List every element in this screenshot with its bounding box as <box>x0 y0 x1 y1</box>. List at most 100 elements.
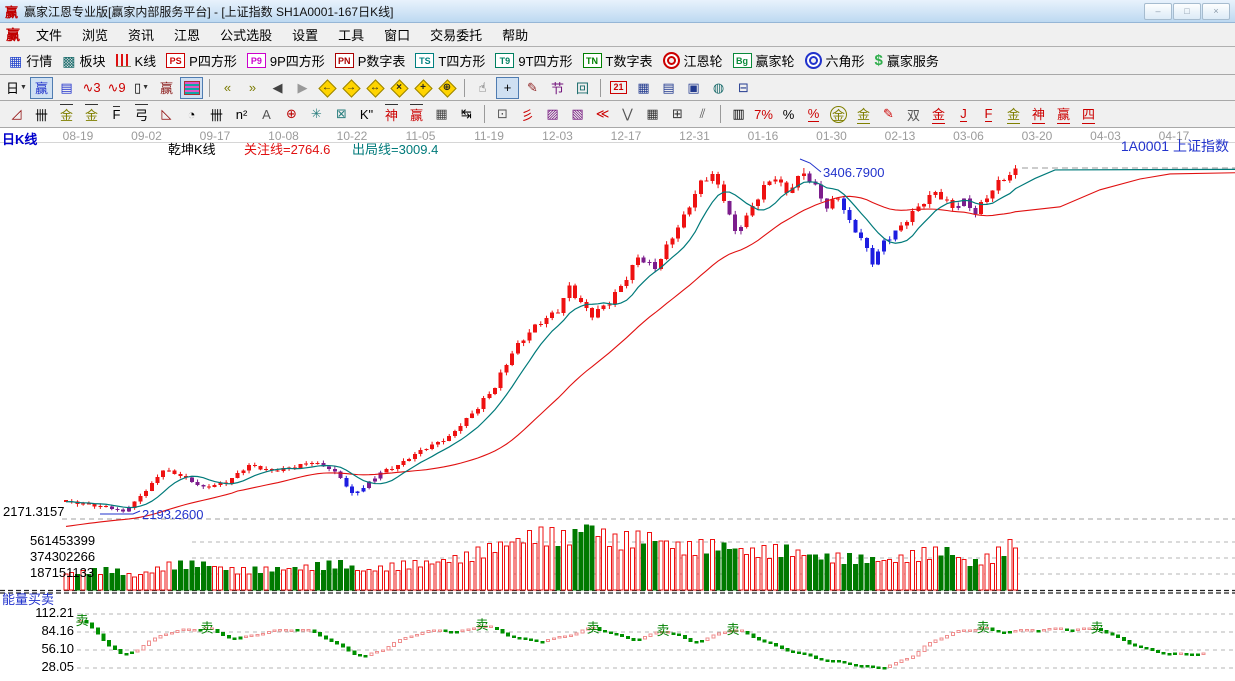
percent-7-icon[interactable]: 7% <box>752 103 775 125</box>
period-day-icon[interactable]: 日▼ <box>5 77 28 99</box>
minimize-button[interactable]: ‒ <box>1144 3 1172 20</box>
t-table-button[interactable]: TNT数字表 <box>583 51 653 70</box>
si-angle-icon[interactable]: 四 <box>1077 103 1100 125</box>
winner-red-icon[interactable]: 赢 <box>155 77 178 99</box>
menu-item-5[interactable]: 公式选股 <box>210 23 282 46</box>
chart-canvas[interactable]: 卖卖卖卖卖卖卖卖 <box>0 128 1235 681</box>
info-list-icon[interactable]: ▤ <box>55 77 78 99</box>
mirror-a-icon[interactable]: A <box>255 103 278 125</box>
menu-item-3[interactable]: 资讯 <box>118 23 164 46</box>
last-bar-icon[interactable]: » <box>241 77 264 99</box>
box-fence-icon[interactable]: ⊡ <box>491 103 514 125</box>
shen-angle-icon[interactable]: 神 <box>1027 103 1050 125</box>
web-sync-icon[interactable]: ◍ <box>707 77 730 99</box>
first-bar-icon[interactable]: « <box>216 77 239 99</box>
gann-wheel-button[interactable]: 江恩轮 <box>663 51 723 70</box>
cycle-3-icon[interactable]: ∿3 <box>80 77 103 99</box>
ying-grid-icon[interactable]: 赢 <box>405 103 428 125</box>
menu-item-4[interactable]: 江恩 <box>164 23 210 46</box>
span-arrows-icon[interactable]: ↹ <box>455 103 478 125</box>
crosshair-icon[interactable]: + <box>496 77 519 99</box>
compass-2-icon[interactable]: ◺ <box>155 103 178 125</box>
maximize-button[interactable]: □ <box>1173 3 1201 20</box>
shift-right-icon[interactable]: → <box>340 77 362 99</box>
prev-bar-icon[interactable]: ◀ <box>266 77 289 99</box>
winner-wheel-button[interactable]: Bg赢家轮 <box>733 51 795 70</box>
k-marks-icon[interactable]: K" <box>355 103 378 125</box>
shift-left-icon[interactable]: ← <box>316 77 338 99</box>
f-grid-icon[interactable]: F <box>105 103 128 125</box>
grid-123-icon[interactable]: ▦ <box>430 103 453 125</box>
remote-pc-icon[interactable]: ⊟ <box>732 77 755 99</box>
j-angle-icon[interactable]: J <box>952 103 975 125</box>
kline-button[interactable]: K线 <box>116 51 157 70</box>
percent-icon[interactable]: % <box>777 103 800 125</box>
menu-item-9[interactable]: 交易委托 <box>420 23 492 46</box>
zoom-in-icon[interactable]: + <box>412 77 434 99</box>
compress-x-icon[interactable]: × <box>388 77 410 99</box>
target-cross-icon[interactable]: ⊕ <box>280 103 303 125</box>
p-square-button[interactable]: PSP四方形 <box>166 51 237 70</box>
gold-grid-1-icon[interactable]: 金 <box>55 103 78 125</box>
histogram-view-icon[interactable] <box>180 77 203 99</box>
cycle-9-icon[interactable]: ∿9 <box>105 77 128 99</box>
double-wave-icon[interactable]: 双 <box>902 103 925 125</box>
expand-x-icon[interactable]: ↔ <box>364 77 386 99</box>
v-dotted-icon[interactable]: ⋁ <box>616 103 639 125</box>
calendar-icon[interactable]: 21 <box>607 77 630 99</box>
zoom-all-icon[interactable]: ⊕ <box>436 77 458 99</box>
gold-grid-2-icon[interactable]: 金 <box>80 103 103 125</box>
menu-item-7[interactable]: 工具 <box>328 23 374 46</box>
gann-node-icon[interactable]: 节 <box>546 77 569 99</box>
circle-ruler-icon[interactable]: ◔ <box>180 103 203 125</box>
hexagon-button[interactable]: 六角形 <box>805 51 865 70</box>
gold-angle-2-icon[interactable]: 金 <box>1002 103 1025 125</box>
shen-grid-icon[interactable]: 神 <box>380 103 403 125</box>
gold-circle-icon[interactable]: 金 <box>827 103 850 125</box>
percent-lines-icon[interactable]: % <box>802 103 825 125</box>
dark-grid-2-icon[interactable]: ⊞ <box>666 103 689 125</box>
f-angle-icon[interactable]: F <box>977 103 1000 125</box>
9p-square-button[interactable]: P99P四方形 <box>247 51 325 70</box>
n-squared-icon[interactable]: n² <box>230 103 253 125</box>
candle-style-icon[interactable]: ▯▼ <box>130 77 153 99</box>
bow-grid-icon[interactable]: 弓 <box>130 103 153 125</box>
close-button[interactable]: × <box>1202 3 1230 20</box>
menu-item-8[interactable]: 窗口 <box>374 23 420 46</box>
slash-lines-icon[interactable]: ⫽ <box>691 103 714 125</box>
menu-item-10[interactable]: 帮助 <box>492 23 538 46</box>
p-table-button[interactable]: PNP数字表 <box>335 51 406 70</box>
scale-ruler-icon[interactable]: ▥ <box>727 103 750 125</box>
fan-box-2-icon[interactable]: ▧ <box>566 103 589 125</box>
star-web-icon[interactable]: ✳ <box>305 103 328 125</box>
9t-square-button[interactable]: T99T四方形 <box>495 51 572 70</box>
fence-icon[interactable]: 卌 <box>205 103 228 125</box>
menu-item-6[interactable]: 设置 <box>282 23 328 46</box>
calculator-icon[interactable]: ▦ <box>632 77 655 99</box>
chart-area[interactable]: 卖卖卖卖卖卖卖卖 08-1909-0209-1710-0810-2211-051… <box>0 128 1235 681</box>
spiral-tool-icon[interactable]: 回 <box>571 77 594 99</box>
quotes-button[interactable]: ▦行情 <box>9 51 52 70</box>
winner-view-icon[interactable]: 赢 <box>30 77 53 99</box>
winner-service-button[interactable]: $赢家服务 <box>875 51 939 70</box>
gold-lines-icon[interactable]: 金 <box>852 103 875 125</box>
gann-grid-icon[interactable]: 卌 <box>30 103 53 125</box>
ray-fan-icon[interactable]: 彡 <box>516 103 539 125</box>
web-box-icon[interactable]: ⊠ <box>330 103 353 125</box>
sectors-button[interactable]: ▩板块 <box>62 51 105 70</box>
drag-hand-icon[interactable]: ☝ <box>471 77 494 99</box>
menu-item-1[interactable]: 文件 <box>26 23 72 46</box>
memo-icon[interactable]: ▤ <box>657 77 680 99</box>
dark-grid-1-icon[interactable]: ▦ <box>641 103 664 125</box>
angle-compass-icon[interactable]: ◿ <box>5 103 28 125</box>
next-bar-icon[interactable]: ▶ <box>291 77 314 99</box>
draw-line-icon[interactable]: ✎ <box>521 77 544 99</box>
gold-angle-icon[interactable]: 金 <box>927 103 950 125</box>
menu-item-2[interactable]: 浏览 <box>72 23 118 46</box>
brush-icon[interactable]: ✎ <box>877 103 900 125</box>
t-square-button[interactable]: TST四方形 <box>415 51 485 70</box>
fan-box-1-icon[interactable]: ▨ <box>541 103 564 125</box>
ying-angle-icon[interactable]: 赢 <box>1052 103 1075 125</box>
angle-lines-icon[interactable]: ≪ <box>591 103 614 125</box>
save-icon[interactable]: ▣ <box>682 77 705 99</box>
